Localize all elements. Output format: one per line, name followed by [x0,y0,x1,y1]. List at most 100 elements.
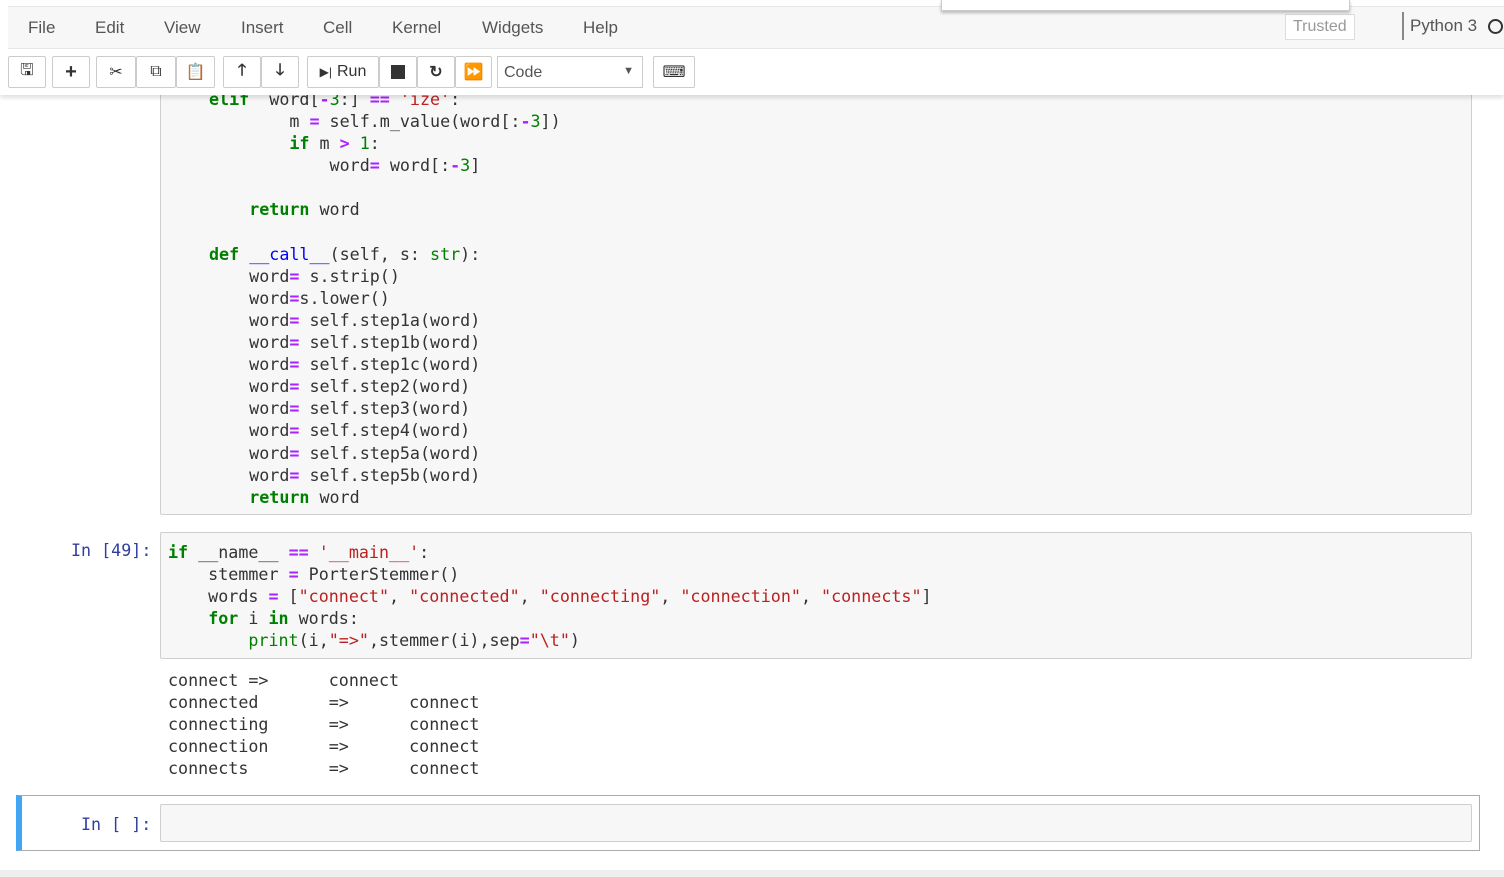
code-token: 3 [530,111,541,132]
menu-help[interactable]: Help [583,18,618,38]
code-token: i [238,608,269,629]
step-forward-icon: ▶| [319,65,332,79]
code-token: ,stemmer(i),sep [368,630,520,651]
code-token: - [520,111,531,132]
menu-widgets[interactable]: Widgets [482,18,543,38]
code-token: > [339,133,350,154]
code-token: self.step1b(word) [299,332,481,353]
cell-output: connect => connect connected => connect co… [168,669,479,779]
notebook-container: elif word[-3:] == 'ize': m = self.m_valu… [0,95,1504,877]
code-cell-input[interactable]: if __name__ == '__main__': stemmer = Por… [160,532,1472,659]
run-label: Run [337,63,367,80]
code-editor[interactable]: elif word[-3:] == 'ize': m = self.m_valu… [209,95,561,508]
code-token: 1 [349,133,370,154]
scissors-icon: ✂ [109,64,123,81]
paste-button[interactable]: 📋 [176,56,215,88]
menu-file[interactable]: File [28,18,55,38]
code-token: return [249,486,310,507]
code-token: == [369,95,390,109]
code-token: , [389,586,410,607]
interrupt-button[interactable] [379,56,417,88]
code-token: word [209,442,290,463]
output-line: connection => connect [168,736,480,757]
cell-type-select[interactable]: Code ▼ [497,56,643,88]
arrow-down-icon: 🡓 [275,61,285,79]
code-token: : [369,133,380,154]
keyboard-icon: ⌨ [662,64,686,81]
move-down-button[interactable]: 🡓 [261,56,299,88]
code-line: word= self.step2(word) [209,375,561,397]
code-cell-input[interactable]: elif word[-3:] == 'ize': m = self.m_valu… [160,95,1472,515]
menu-insert[interactable]: Insert [241,18,284,38]
code-token: m [309,133,340,154]
cut-button[interactable]: ✂ [96,56,136,88]
code-editor[interactable]: if __name__ == '__main__': stemmer = Por… [168,541,932,651]
code-token: [ [278,586,299,607]
command-palette-button[interactable]: ⌨ [653,56,695,88]
cell-prompt: In [49]: [71,540,152,560]
code-line: return word [209,486,561,508]
code-token: self.step5a(word) [299,442,481,463]
restart-button[interactable]: ↻ [417,56,455,88]
code-line: word=s.lower() [209,287,561,309]
code-line: word= self.step1c(word) [209,353,561,375]
cell-type-value: Code [504,64,543,81]
menu-cell[interactable]: Cell [323,18,352,38]
code-token: __call__ [249,243,330,264]
code-token: word[: [379,155,451,176]
menu-view[interactable]: View [164,18,201,38]
code-token: self.m_value(word[: [319,111,521,132]
menu-bar: File Edit View Insert Cell Kernel Widget… [8,6,1504,49]
code-token: word [209,287,290,308]
code-line: return word [209,198,561,220]
restart-run-all-button[interactable]: ⏩ [455,56,492,88]
code-token: word [209,332,290,353]
run-button[interactable]: ▶| Run [307,56,379,88]
code-token: self.step2(word) [299,376,471,397]
code-token: "connected" [409,586,520,607]
code-line: words = ["connect", "connected", "connec… [168,585,932,607]
code-token: = [289,376,300,397]
code-token: word [309,199,360,220]
code-token: for [208,608,239,629]
dropdown-popup [941,0,1350,11]
output-line: connect => connect [168,670,400,690]
menu-edit[interactable]: Edit [95,18,124,38]
copy-icon: ⧉ [150,63,162,80]
caret-down-icon: ▼ [623,65,634,77]
code-token: "\t" [529,630,570,651]
code-token: = [289,332,300,353]
code-token: word [209,376,290,397]
move-up-button[interactable]: 🡑 [223,56,261,88]
code-token: : [450,95,461,109]
code-token: 'ize' [389,95,451,109]
arrow-up-icon: 🡑 [237,61,247,79]
empty-cell-input[interactable] [160,804,1472,842]
insert-cell-button[interactable]: + [52,56,90,88]
code-token: words: [288,608,359,629]
code-line: word= self.step5b(word) [209,464,561,486]
trusted-badge[interactable]: Trusted [1285,14,1355,40]
menu-kernel[interactable]: Kernel [392,18,441,38]
code-token: word [209,265,290,286]
save-button[interactable]: 🖫 [8,56,46,88]
kernel-name[interactable]: Python 3 [1402,12,1477,40]
code-token: word[ [249,95,320,109]
copy-button[interactable]: ⧉ [136,56,176,88]
code-token: ] [921,586,932,607]
code-token: 3 [460,155,471,176]
code-token: word [209,464,290,485]
code-line: elif word[-3:] == 'ize': [209,95,561,110]
code-line: word= s.strip() [209,265,561,287]
code-token: ): [460,243,481,264]
code-line: word= self.step1a(word) [209,309,561,331]
code-line: m = self.m_value(word[:-3]) [209,110,560,132]
code-token: word [209,155,370,176]
code-line: word= self.step4(word) [209,419,561,441]
code-line: def __call__(self, s: str): [209,243,561,265]
code-token: str [430,243,461,264]
